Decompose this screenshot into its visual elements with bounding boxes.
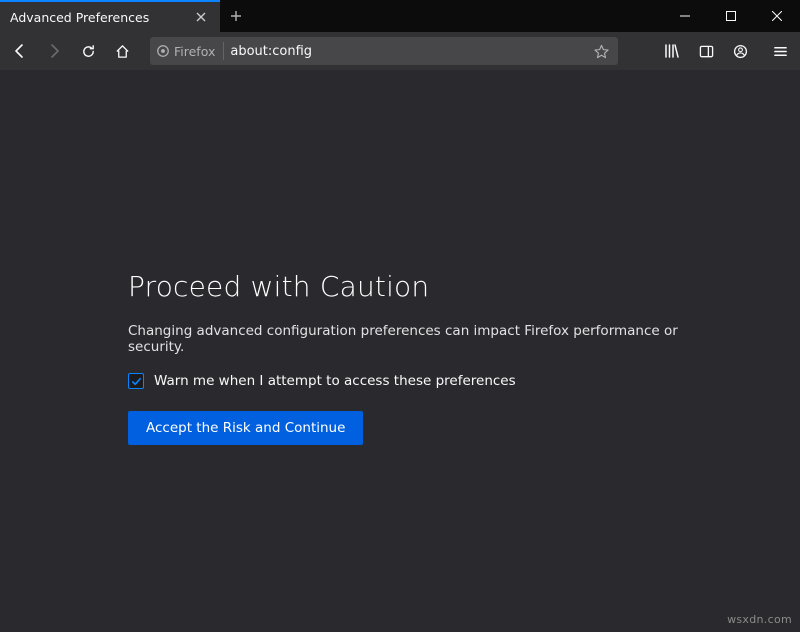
home-icon bbox=[115, 44, 130, 59]
arrow-left-icon bbox=[12, 43, 28, 59]
sidebar-icon bbox=[699, 44, 714, 59]
toolbar-right bbox=[626, 36, 796, 66]
back-button[interactable] bbox=[4, 36, 36, 66]
window-close-button[interactable] bbox=[754, 0, 800, 32]
warning-text: Changing advanced configuration preferen… bbox=[128, 323, 708, 355]
tab-close-button[interactable] bbox=[192, 8, 210, 26]
account-button[interactable] bbox=[724, 36, 756, 66]
warn-checkbox[interactable] bbox=[128, 373, 144, 389]
maximize-icon bbox=[726, 11, 736, 21]
window-controls bbox=[662, 0, 800, 32]
url-input[interactable] bbox=[230, 44, 584, 59]
about-config-warning: Proceed with Caution Changing advanced c… bbox=[0, 70, 800, 632]
window-minimize-button[interactable] bbox=[662, 0, 708, 32]
reload-icon bbox=[81, 44, 96, 59]
url-bar[interactable]: Firefox bbox=[150, 37, 618, 65]
new-tab-button[interactable] bbox=[220, 0, 252, 32]
library-button[interactable] bbox=[656, 36, 688, 66]
firefox-icon bbox=[156, 44, 170, 58]
forward-button[interactable] bbox=[38, 36, 70, 66]
arrow-right-icon bbox=[46, 43, 62, 59]
warn-checkbox-label: Warn me when I attempt to access these p… bbox=[154, 373, 516, 389]
warn-checkbox-row[interactable]: Warn me when I attempt to access these p… bbox=[128, 373, 800, 389]
account-icon bbox=[733, 44, 748, 59]
titlebar-drag-region bbox=[252, 0, 662, 32]
identity-box[interactable]: Firefox bbox=[156, 42, 224, 60]
home-button[interactable] bbox=[106, 36, 138, 66]
window-maximize-button[interactable] bbox=[708, 0, 754, 32]
library-icon bbox=[664, 43, 680, 59]
close-icon bbox=[772, 11, 782, 21]
app-menu-button[interactable] bbox=[764, 36, 796, 66]
checkmark-icon bbox=[131, 376, 142, 387]
titlebar: Advanced Preferences bbox=[0, 0, 800, 32]
sidebars-button[interactable] bbox=[690, 36, 722, 66]
accept-risk-button[interactable]: Accept the Risk and Continue bbox=[128, 411, 363, 445]
minimize-icon bbox=[680, 11, 690, 21]
tab-title: Advanced Preferences bbox=[10, 10, 184, 25]
watermark: wsxdn.com bbox=[727, 613, 792, 626]
warning-title: Proceed with Caution bbox=[128, 270, 800, 303]
close-icon bbox=[196, 12, 206, 22]
plus-icon bbox=[230, 10, 242, 22]
bookmark-button[interactable] bbox=[590, 44, 612, 59]
identity-label: Firefox bbox=[174, 44, 215, 59]
nav-toolbar: Firefox bbox=[0, 32, 800, 70]
tab-strip: Advanced Preferences bbox=[0, 0, 252, 32]
tab-active[interactable]: Advanced Preferences bbox=[0, 0, 220, 32]
reload-button[interactable] bbox=[72, 36, 104, 66]
hamburger-icon bbox=[773, 44, 788, 59]
star-icon bbox=[594, 44, 609, 59]
